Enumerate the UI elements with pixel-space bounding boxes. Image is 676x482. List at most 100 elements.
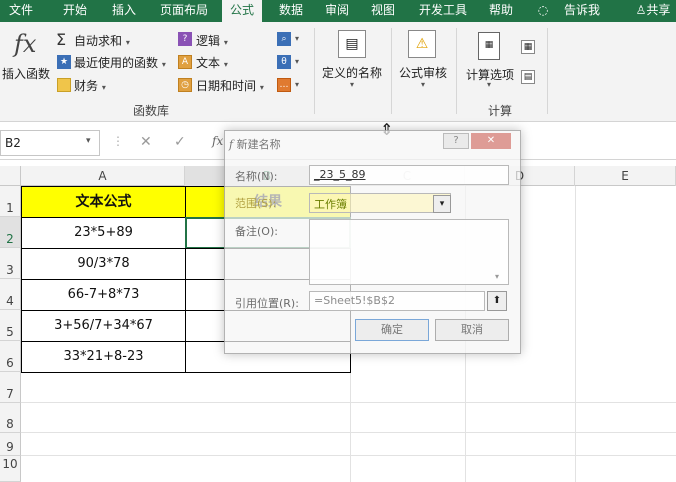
row-header-4[interactable]: 4 xyxy=(0,279,21,310)
more-functions-icon[interactable]: … xyxy=(277,78,291,92)
tab-review[interactable]: 审阅 xyxy=(318,0,356,22)
chevron-down-icon[interactable]: ▾ xyxy=(86,136,91,146)
cell-a6[interactable]: 33*21+8-23 xyxy=(21,341,186,373)
name-input[interactable]: _23_5_89 xyxy=(309,165,509,185)
close-button[interactable]: ✕ xyxy=(471,133,511,149)
tab-data[interactable]: 数据 xyxy=(272,0,310,22)
drag-handle-icon: ⋮ xyxy=(112,134,124,148)
lightbulb-icon: ◌ xyxy=(537,3,549,17)
select-all-corner[interactable] xyxy=(0,166,21,186)
tab-formulas[interactable]: 公式 xyxy=(222,0,262,22)
chevron-down-icon: ▾ xyxy=(223,60,228,69)
row-header-8[interactable]: 8 xyxy=(0,403,21,433)
row-header-7[interactable]: 7 xyxy=(0,372,21,403)
row-header-6[interactable]: 6 xyxy=(0,341,21,372)
scope-select[interactable]: 工作簿 xyxy=(309,193,451,213)
new-name-dialog: f 新建名称 ? ✕ 名称(N): _23_5_89 范围(S): 工作簿 ▾ … xyxy=(224,130,521,354)
fx-icon: f xyxy=(229,138,234,151)
chevron-down-icon: ▾ xyxy=(421,80,426,89)
tab-view[interactable]: 视图 xyxy=(364,0,402,22)
row-header-1[interactable]: 1 xyxy=(0,186,21,217)
tab-help[interactable]: 帮助 xyxy=(482,0,520,22)
ok-button[interactable]: 确定 xyxy=(355,319,429,341)
divider xyxy=(547,28,548,114)
help-button[interactable]: ? xyxy=(443,133,469,149)
dialog-title: f 新建名称 xyxy=(229,138,281,151)
chevron-down-icon: ▾ xyxy=(259,83,264,92)
chevron-down-icon: ▾ xyxy=(295,57,300,66)
tab-home[interactable]: 开始 xyxy=(52,0,98,22)
tab-developer[interactable]: 开发工具 xyxy=(414,0,472,22)
text-button[interactable]: 文本 ▾ xyxy=(196,54,228,71)
logical-button[interactable]: 逻辑 ▾ xyxy=(196,32,228,49)
logic-icon: ? xyxy=(178,32,192,46)
math-icon[interactable]: θ xyxy=(277,55,291,69)
calculate-now-icon[interactable]: ▦ xyxy=(521,40,535,54)
tab-file[interactable]: 文件 xyxy=(0,0,42,22)
cell-a1-header[interactable]: 文本公式 xyxy=(21,186,186,218)
clock-icon: ◷ xyxy=(178,78,192,92)
row-header-10[interactable]: 10 xyxy=(0,456,21,482)
chevron-down-icon: ▾ xyxy=(125,38,130,47)
gridline xyxy=(21,455,676,456)
calculate-sheet-icon[interactable]: ▤ xyxy=(521,70,535,84)
name-label: 名称(N): xyxy=(235,170,278,183)
collapse-dialog-icon[interactable]: ⬆ xyxy=(487,291,507,311)
date-time-button[interactable]: 日期和时间 ▾ xyxy=(196,77,264,94)
text-icon: A xyxy=(178,55,192,69)
group-calculation: 计算 xyxy=(488,104,513,118)
star-icon: ★ xyxy=(57,55,71,69)
recent-functions-button[interactable]: 最近使用的函数 ▾ xyxy=(74,54,166,71)
divider xyxy=(314,28,315,114)
chevron-down-icon: ▾ xyxy=(350,80,355,89)
cell-a4[interactable]: 66-7+8*73 xyxy=(21,279,186,311)
gridline xyxy=(21,402,676,403)
finance-icon xyxy=(57,78,71,92)
defined-names-button[interactable]: 定义的名称 xyxy=(322,64,382,81)
insert-function-icon: fx xyxy=(14,30,37,58)
name-box[interactable]: B2 xyxy=(0,130,100,156)
column-header-e[interactable]: E xyxy=(575,166,676,186)
chevron-down-icon: ▾ xyxy=(487,80,492,89)
formula-auditing-button[interactable]: 公式审核 xyxy=(399,64,447,81)
chevron-down-icon: ▾ xyxy=(101,83,106,92)
finance-button[interactable]: 财务 ▾ xyxy=(74,77,106,94)
share-button[interactable]: ♙共享 xyxy=(630,0,676,22)
calculator-icon: ▦ xyxy=(478,32,500,60)
row-header-2[interactable]: 2 xyxy=(0,217,21,248)
row-header-9[interactable]: 9 xyxy=(0,433,21,456)
formula-audit-icon: ⚠ xyxy=(408,30,436,58)
divider xyxy=(456,28,457,114)
confirm-entry-button[interactable]: ✓ xyxy=(174,134,186,150)
chevron-down-icon[interactable]: ▾ xyxy=(433,195,451,213)
comment-label: 备注(O): xyxy=(235,225,278,238)
ribbon-tab-bar: 文件 开始 插入 页面布局 公式 数据 审阅 视图 开发工具 帮助 ◌ 告诉我 … xyxy=(0,0,676,22)
autosum-button[interactable]: 自动求和 ▾ xyxy=(74,32,130,49)
group-function-library: 函数库 xyxy=(133,104,170,118)
lookup-icon[interactable]: ⌕ xyxy=(277,32,291,46)
tab-insert[interactable]: 插入 xyxy=(104,0,144,22)
chevron-down-icon: ▾ xyxy=(223,38,228,47)
scroll-down-icon[interactable]: ▾ xyxy=(495,272,499,281)
tab-page-layout[interactable]: 页面布局 xyxy=(152,0,216,22)
column-header-a[interactable]: A xyxy=(21,166,185,186)
comment-textarea[interactable] xyxy=(309,219,509,285)
cell-a3[interactable]: 90/3*78 xyxy=(21,248,186,280)
ribbon-formulas: fx 插入函数 Σ 自动求和 ▾ ★ 最近使用的函数 ▾ 财务 ▾ ? 逻辑 ▾… xyxy=(0,22,676,122)
user-icon: ♙ xyxy=(635,3,647,17)
insert-function-button[interactable]: 插入函数 xyxy=(2,65,50,82)
insert-function-fx-button[interactable]: fx xyxy=(212,134,223,148)
gridline xyxy=(575,186,576,482)
cell-a2[interactable]: 23*5+89 xyxy=(21,217,186,249)
cancel-entry-button[interactable]: ✕ xyxy=(140,134,152,150)
row-header-3[interactable]: 3 xyxy=(0,248,21,279)
sigma-icon: Σ xyxy=(56,30,67,49)
row-header-5[interactable]: 5 xyxy=(0,310,21,341)
cell-a5[interactable]: 3+56/7+34*67 xyxy=(21,310,186,342)
chevron-down-icon: ▾ xyxy=(295,34,300,43)
cancel-button[interactable]: 取消 xyxy=(435,319,509,341)
tell-me-search[interactable]: 告诉我 xyxy=(558,0,606,22)
gridline xyxy=(21,432,676,433)
refers-to-input[interactable]: =Sheet5!$B$2 xyxy=(309,291,485,311)
chevron-down-icon: ▾ xyxy=(161,60,166,69)
